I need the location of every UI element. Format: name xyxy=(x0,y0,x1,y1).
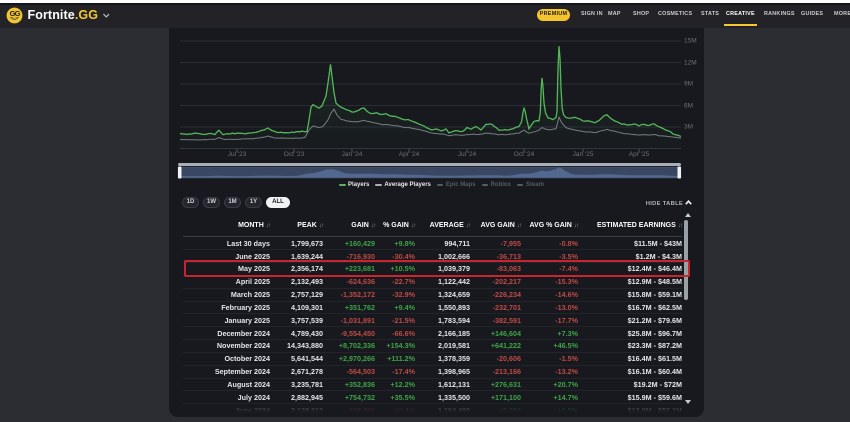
svg-text:GG: GG xyxy=(9,9,20,18)
